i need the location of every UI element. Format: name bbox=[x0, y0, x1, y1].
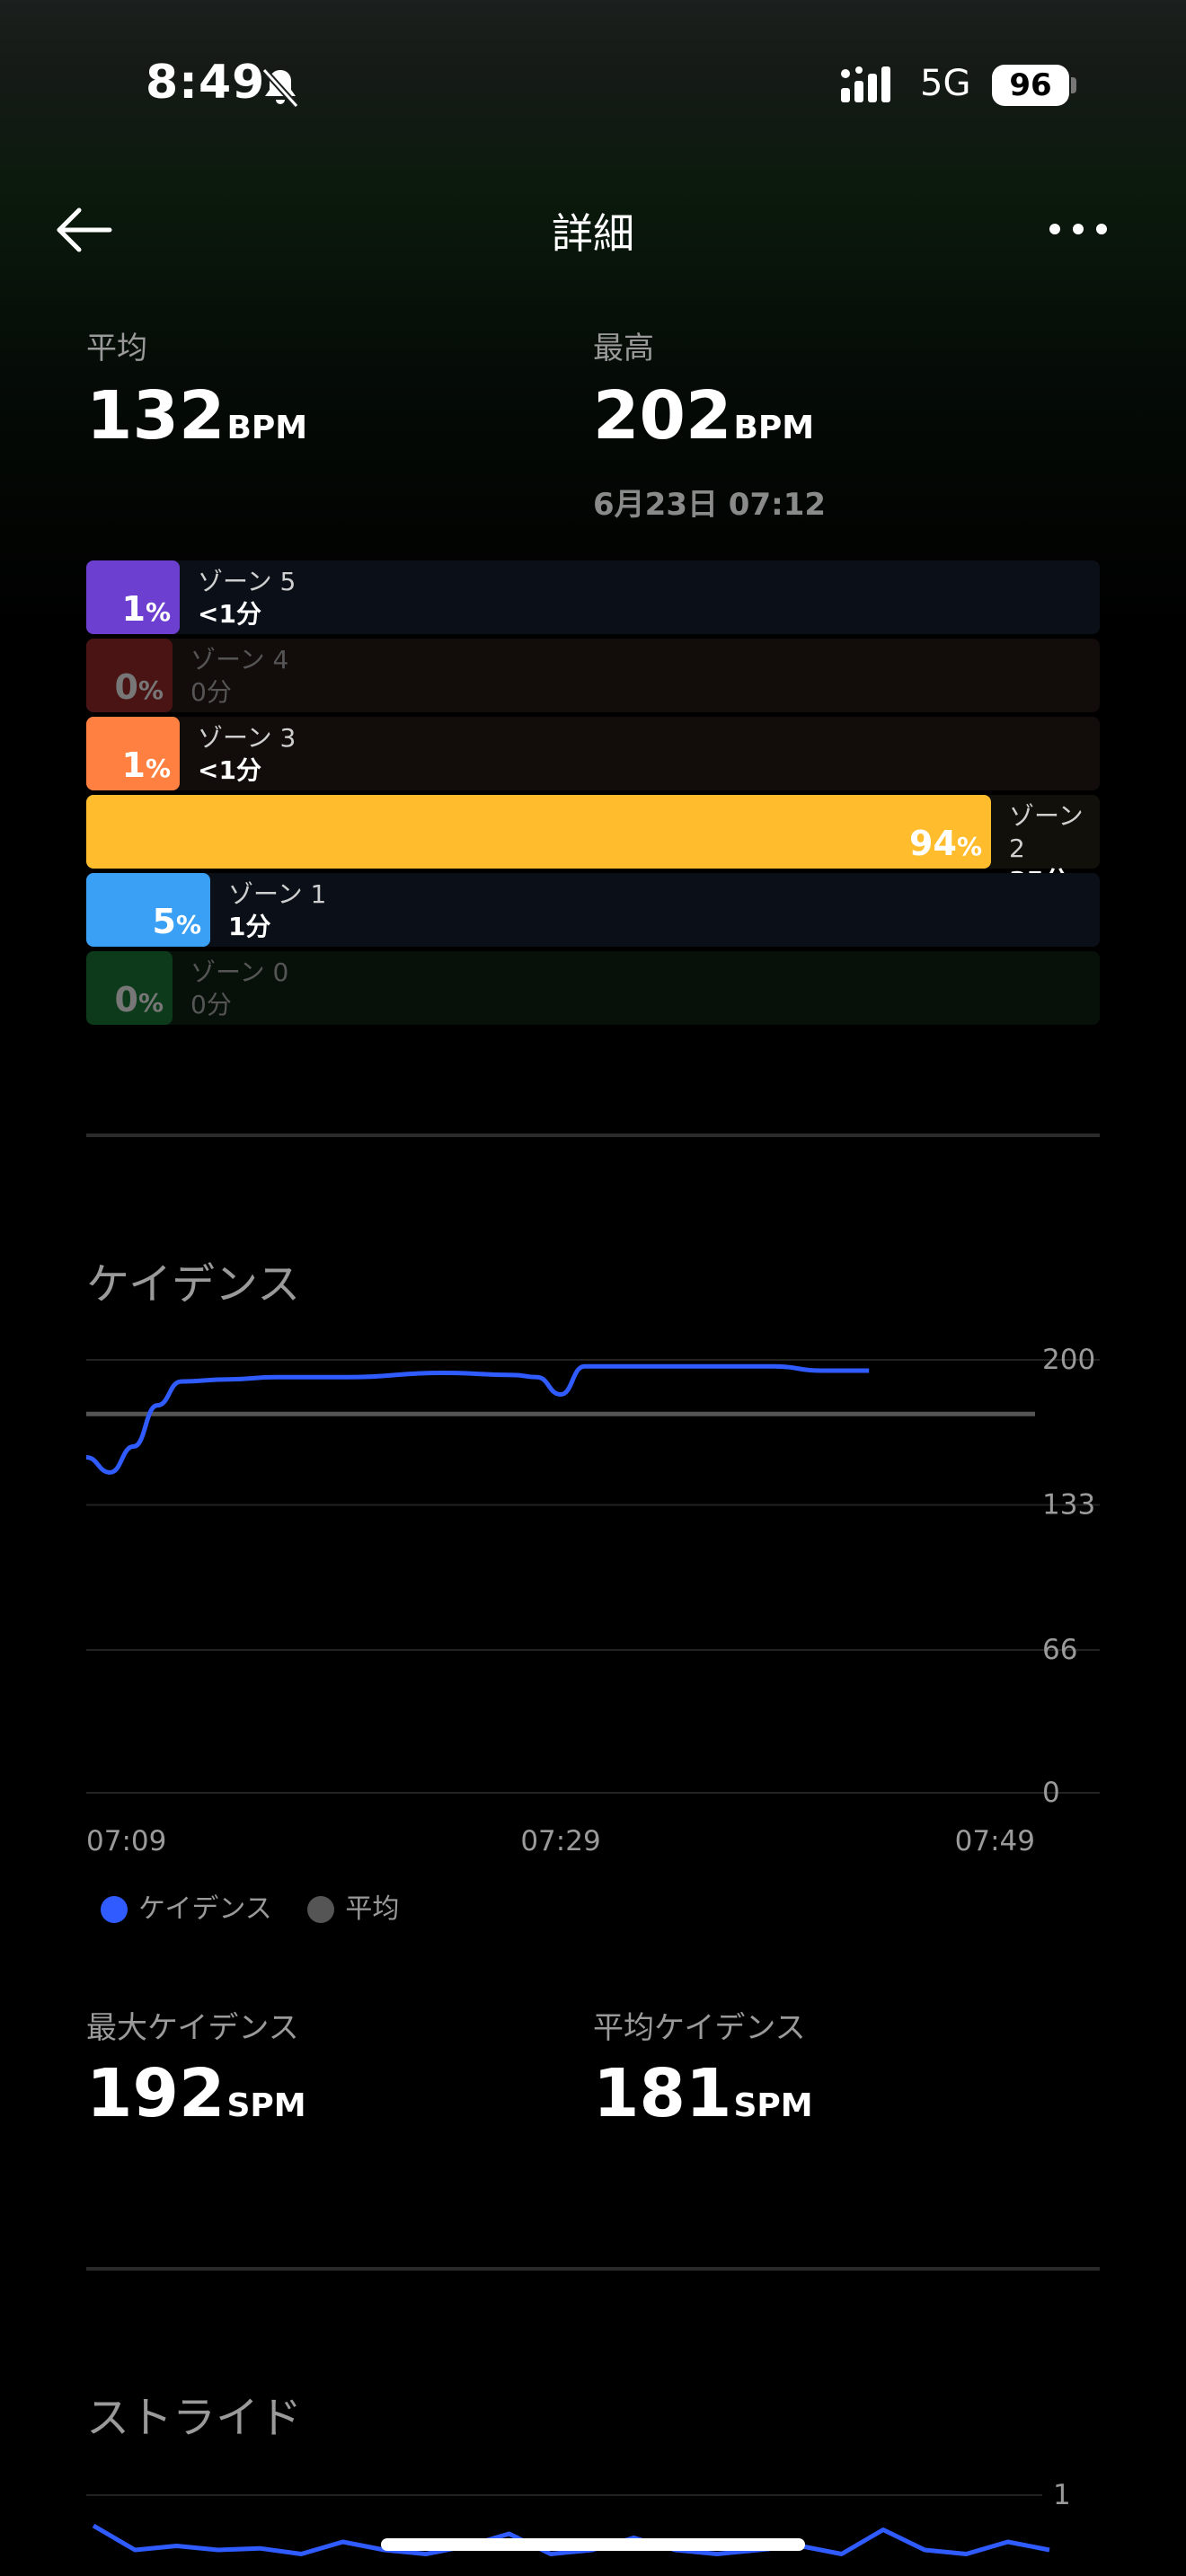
zone-text: ゾーン 5 <1分 bbox=[198, 566, 296, 631]
zone-percent: 0% bbox=[114, 667, 164, 707]
legend-item-average: 平均 bbox=[307, 1886, 399, 1926]
zone-percent-symbol: % bbox=[175, 910, 201, 940]
zone-bar: 0% bbox=[86, 951, 173, 1025]
more-button[interactable] bbox=[1042, 207, 1114, 251]
zone-time: 1分 bbox=[228, 912, 271, 941]
home-indicator bbox=[381, 2538, 805, 2551]
y-tick-label: 0 bbox=[1042, 1777, 1060, 1809]
legend-label-cadence: ケイデンス bbox=[138, 1893, 272, 1925]
zone-name: ゾーン 2 bbox=[1009, 801, 1084, 863]
avg-cadence-label: 平均ケイデンス bbox=[593, 2010, 806, 2046]
x-tick-label: 07:29 bbox=[520, 1825, 600, 1857]
max-hr-value: 202BPM bbox=[593, 377, 814, 454]
zone-text: ゾーン 0 0分 bbox=[190, 957, 288, 1021]
legend-item-cadence: ケイデンス bbox=[101, 1886, 272, 1926]
battery-tip bbox=[1071, 77, 1076, 93]
max-hr-time: 6月23日 07:12 bbox=[593, 487, 827, 523]
status-bar: 8:49 5G 96 bbox=[0, 0, 1186, 180]
status-time: 8:49 bbox=[146, 56, 266, 110]
max-cadence-unit: SPM bbox=[226, 2087, 306, 2124]
zone-percent-value: 94 bbox=[909, 824, 957, 863]
zone-percent: 5% bbox=[152, 902, 201, 941]
zone-time: 0分 bbox=[190, 677, 232, 707]
zone-bar: 1% bbox=[86, 717, 180, 790]
zone-name: ゾーン 5 bbox=[198, 567, 296, 596]
max-hr-unit: BPM bbox=[733, 410, 815, 446]
max-cadence-number: 192 bbox=[86, 2055, 226, 2132]
max-hr-number: 202 bbox=[593, 377, 732, 454]
stride-y-tick-label: 1 bbox=[1053, 2479, 1071, 2511]
zone-text: ゾーン 1 1分 bbox=[228, 878, 326, 943]
zone-percent-symbol: % bbox=[137, 675, 164, 705]
zone-percent: 0% bbox=[114, 980, 164, 1019]
zone-name: ゾーン 1 bbox=[228, 879, 327, 909]
bell-slash-icon bbox=[261, 67, 299, 109]
signal-icon bbox=[841, 66, 890, 102]
zone-row: 5% ゾーン 1 1分 bbox=[86, 873, 1100, 947]
y-tick-label: 200 bbox=[1042, 1344, 1095, 1376]
page-title: 詳細 bbox=[552, 209, 634, 258]
zone-row: 1% ゾーン 5 <1分 bbox=[86, 560, 1100, 634]
average-hr-unit: BPM bbox=[226, 410, 308, 446]
avg-cadence-value: 181SPM bbox=[593, 2055, 813, 2132]
legend-dot-average bbox=[307, 1896, 335, 1923]
zone-percent-value: 1 bbox=[121, 589, 146, 629]
zone-percent: 1% bbox=[121, 745, 171, 785]
more-horizontal-icon bbox=[1049, 224, 1107, 234]
max-cadence-value: 192SPM bbox=[86, 2055, 306, 2132]
zone-percent-value: 0 bbox=[114, 980, 138, 1019]
nav-bar: 詳細 bbox=[0, 180, 1186, 296]
legend-dot-cadence bbox=[101, 1896, 128, 1923]
section-divider bbox=[86, 1134, 1100, 1137]
zone-name: ゾーン 4 bbox=[190, 645, 289, 675]
avg-cadence-unit: SPM bbox=[733, 2087, 813, 2124]
battery-indicator: 96 bbox=[992, 65, 1069, 106]
y-tick-label: 133 bbox=[1042, 1488, 1095, 1521]
average-hr-label: 平均 bbox=[86, 331, 147, 366]
zone-bar: 1% bbox=[86, 560, 180, 634]
zone-time: <1分 bbox=[198, 599, 261, 629]
y-tick-label: 66 bbox=[1042, 1634, 1077, 1666]
zone-percent: 1% bbox=[121, 589, 171, 629]
zone-percent-value: 1 bbox=[121, 745, 146, 785]
zone-time: <1分 bbox=[198, 755, 261, 785]
stride-title: ストライド bbox=[86, 2393, 303, 2443]
cadence-series-line bbox=[85, 1363, 870, 1475]
zone-percent-symbol: % bbox=[145, 754, 171, 783]
cadence-legend: ケイデンス 平均 bbox=[101, 1886, 426, 1926]
zone-percent: 94% bbox=[909, 824, 982, 863]
average-hr-number: 132 bbox=[86, 377, 226, 454]
zone-row: 94%ゾーン 235分 bbox=[86, 795, 1100, 895]
zone-name: ゾーン 3 bbox=[198, 723, 296, 753]
zone-time: 0分 bbox=[190, 990, 232, 1019]
zone-row: 0% ゾーン 0 0分 bbox=[86, 951, 1100, 1025]
zone-bar: 94% bbox=[86, 795, 991, 869]
zone-text: ゾーン 3 <1分 bbox=[198, 722, 296, 787]
avg-cadence-number: 181 bbox=[593, 2055, 732, 2132]
max-hr-label: 最高 bbox=[593, 331, 654, 366]
zone-percent-symbol: % bbox=[145, 597, 171, 627]
zone-bar: 0% bbox=[86, 639, 173, 712]
zone-percent-symbol: % bbox=[956, 832, 982, 861]
section-divider-2 bbox=[86, 2267, 1100, 2271]
zone-percent-value: 0 bbox=[114, 667, 138, 707]
zone-bar: 5% bbox=[86, 873, 210, 947]
zone-row: 1% ゾーン 3 <1分 bbox=[86, 717, 1100, 790]
cadence-title: ケイデンス bbox=[86, 1259, 301, 1310]
zone-name: ゾーン 0 bbox=[190, 957, 289, 987]
x-tick-label: 07:49 bbox=[955, 1825, 1035, 1857]
zone-percent-value: 5 bbox=[152, 902, 176, 941]
x-tick-label: 07:09 bbox=[86, 1825, 166, 1857]
legend-label-average: 平均 bbox=[345, 1893, 400, 1925]
average-hr-value: 132BPM bbox=[86, 377, 307, 454]
network-type: 5G bbox=[920, 63, 971, 104]
zone-percent-symbol: % bbox=[137, 988, 164, 1018]
max-cadence-label: 最大ケイデンス bbox=[86, 2010, 299, 2046]
zone-text: ゾーン 4 0分 bbox=[190, 644, 288, 709]
zone-row: 0% ゾーン 4 0分 bbox=[86, 639, 1100, 712]
